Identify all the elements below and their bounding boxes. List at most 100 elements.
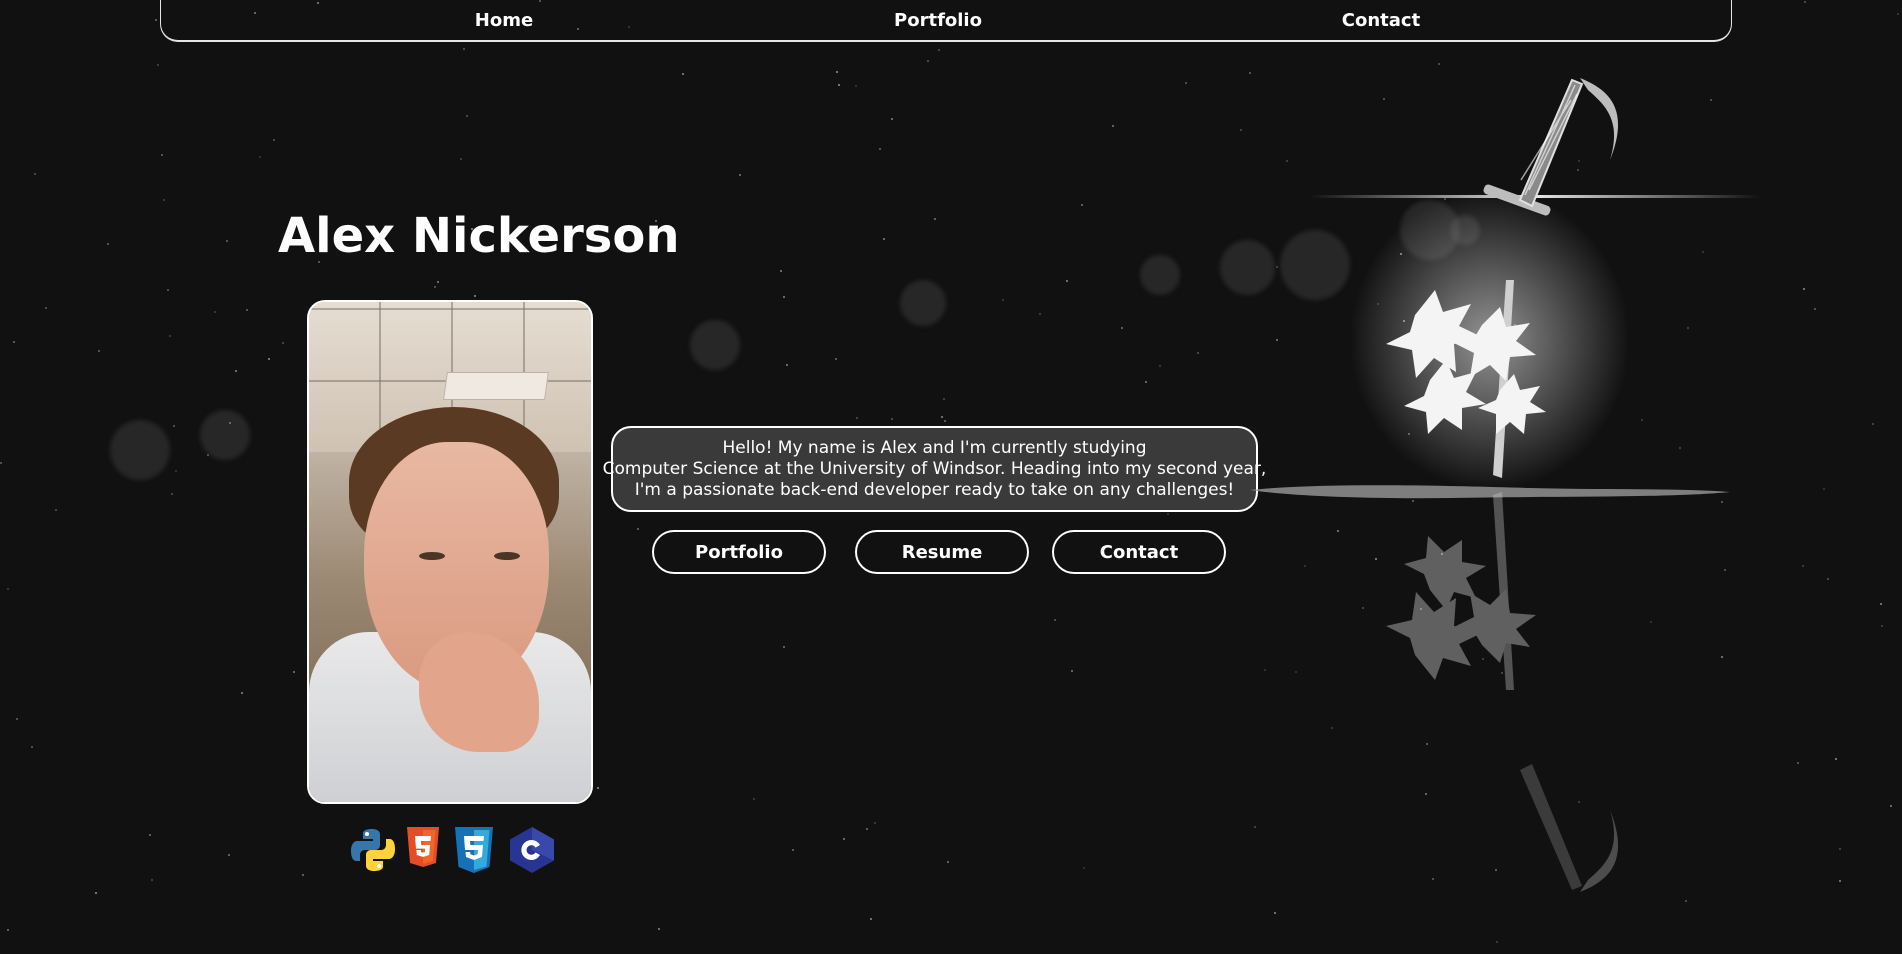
star bbox=[55, 509, 57, 511]
bokeh-light bbox=[200, 410, 250, 460]
star bbox=[1880, 603, 1882, 605]
star bbox=[1496, 941, 1498, 943]
star bbox=[1835, 758, 1837, 760]
bio-line-3: I'm a passionate back-end developer read… bbox=[634, 479, 1235, 500]
star bbox=[938, 49, 940, 51]
star bbox=[927, 60, 929, 62]
star bbox=[943, 398, 945, 400]
star bbox=[1240, 129, 1242, 131]
star bbox=[1814, 308, 1816, 310]
star bbox=[7, 588, 9, 590]
star bbox=[437, 281, 439, 283]
star bbox=[163, 199, 165, 201]
star bbox=[98, 350, 100, 352]
star bbox=[947, 861, 949, 863]
photo-eye-right bbox=[494, 552, 520, 560]
star bbox=[302, 874, 304, 876]
star bbox=[107, 243, 109, 245]
portfolio-page: Home Portfolio Contact Alex Nickerson He… bbox=[0, 0, 1902, 954]
star bbox=[739, 174, 741, 176]
html5-icon bbox=[407, 827, 439, 867]
star bbox=[780, 270, 782, 272]
star bbox=[167, 289, 169, 291]
star bbox=[1827, 578, 1829, 580]
star bbox=[268, 358, 270, 360]
star bbox=[241, 692, 243, 694]
star bbox=[1054, 619, 1056, 621]
star bbox=[226, 240, 228, 242]
star bbox=[944, 420, 946, 422]
nav-home-link[interactable]: Home bbox=[475, 10, 533, 31]
bio-panel: Hello! My name is Alex and I'm currently… bbox=[603, 426, 1266, 512]
star bbox=[1071, 670, 1073, 672]
nav-portfolio-link[interactable]: Portfolio bbox=[894, 10, 982, 31]
css3-icon bbox=[455, 827, 493, 873]
star bbox=[856, 417, 858, 419]
star bbox=[843, 838, 845, 840]
star bbox=[169, 335, 171, 337]
portfolio-button[interactable]: Portfolio bbox=[652, 530, 826, 574]
star bbox=[1890, 805, 1892, 807]
star bbox=[658, 928, 660, 930]
star bbox=[597, 787, 599, 789]
star bbox=[214, 311, 216, 313]
star bbox=[883, 238, 885, 240]
star bbox=[95, 892, 97, 894]
star bbox=[1112, 125, 1114, 127]
star bbox=[1804, 1, 1806, 3]
star bbox=[1872, 423, 1874, 425]
photo-eye-left bbox=[419, 552, 445, 560]
star bbox=[866, 828, 868, 830]
page-title: Alex Nickerson bbox=[278, 208, 680, 264]
star bbox=[637, 528, 639, 530]
star bbox=[155, 19, 157, 21]
bokeh-light bbox=[900, 280, 946, 326]
star bbox=[874, 822, 876, 824]
star bbox=[682, 73, 684, 75]
bio-line-2: Computer Science at the University of Wi… bbox=[602, 458, 1267, 479]
star bbox=[460, 158, 462, 160]
star bbox=[0, 462, 2, 464]
star bbox=[1145, 381, 1147, 383]
sword-flower-illustration bbox=[1250, 78, 1760, 892]
star bbox=[1039, 313, 1041, 315]
nav-contact-link[interactable]: Contact bbox=[1342, 10, 1420, 31]
star bbox=[934, 218, 936, 220]
star bbox=[835, 358, 837, 360]
star bbox=[173, 425, 175, 427]
star bbox=[855, 85, 857, 87]
star bbox=[474, 295, 476, 297]
c-icon bbox=[510, 827, 554, 873]
star bbox=[879, 148, 881, 150]
top-navbar: Home Portfolio Contact bbox=[160, 0, 1732, 42]
star bbox=[434, 286, 436, 288]
bokeh-light bbox=[1140, 255, 1180, 295]
star bbox=[891, 118, 893, 120]
resume-button[interactable]: Resume bbox=[855, 530, 1029, 574]
star bbox=[838, 84, 840, 86]
star bbox=[7, 929, 9, 931]
bio-line-1: Hello! My name is Alex and I'm currently… bbox=[722, 437, 1147, 458]
star bbox=[1839, 848, 1841, 850]
star bbox=[783, 296, 785, 298]
star bbox=[786, 364, 788, 366]
star bbox=[1881, 625, 1883, 627]
star bbox=[273, 139, 275, 141]
star bbox=[1066, 280, 1068, 282]
contact-button[interactable]: Contact bbox=[1052, 530, 1226, 574]
star bbox=[466, 115, 468, 117]
star bbox=[463, 48, 465, 50]
star bbox=[1839, 880, 1841, 882]
star bbox=[157, 64, 159, 66]
star bbox=[1083, 867, 1085, 869]
star bbox=[161, 154, 163, 156]
star bbox=[171, 493, 173, 495]
star bbox=[792, 849, 794, 851]
star bbox=[1002, 299, 1004, 301]
star bbox=[34, 173, 36, 175]
star bbox=[235, 370, 237, 372]
star bbox=[891, 418, 893, 420]
star bbox=[246, 309, 248, 311]
photo-light-panel bbox=[443, 372, 549, 400]
star bbox=[1823, 488, 1825, 490]
